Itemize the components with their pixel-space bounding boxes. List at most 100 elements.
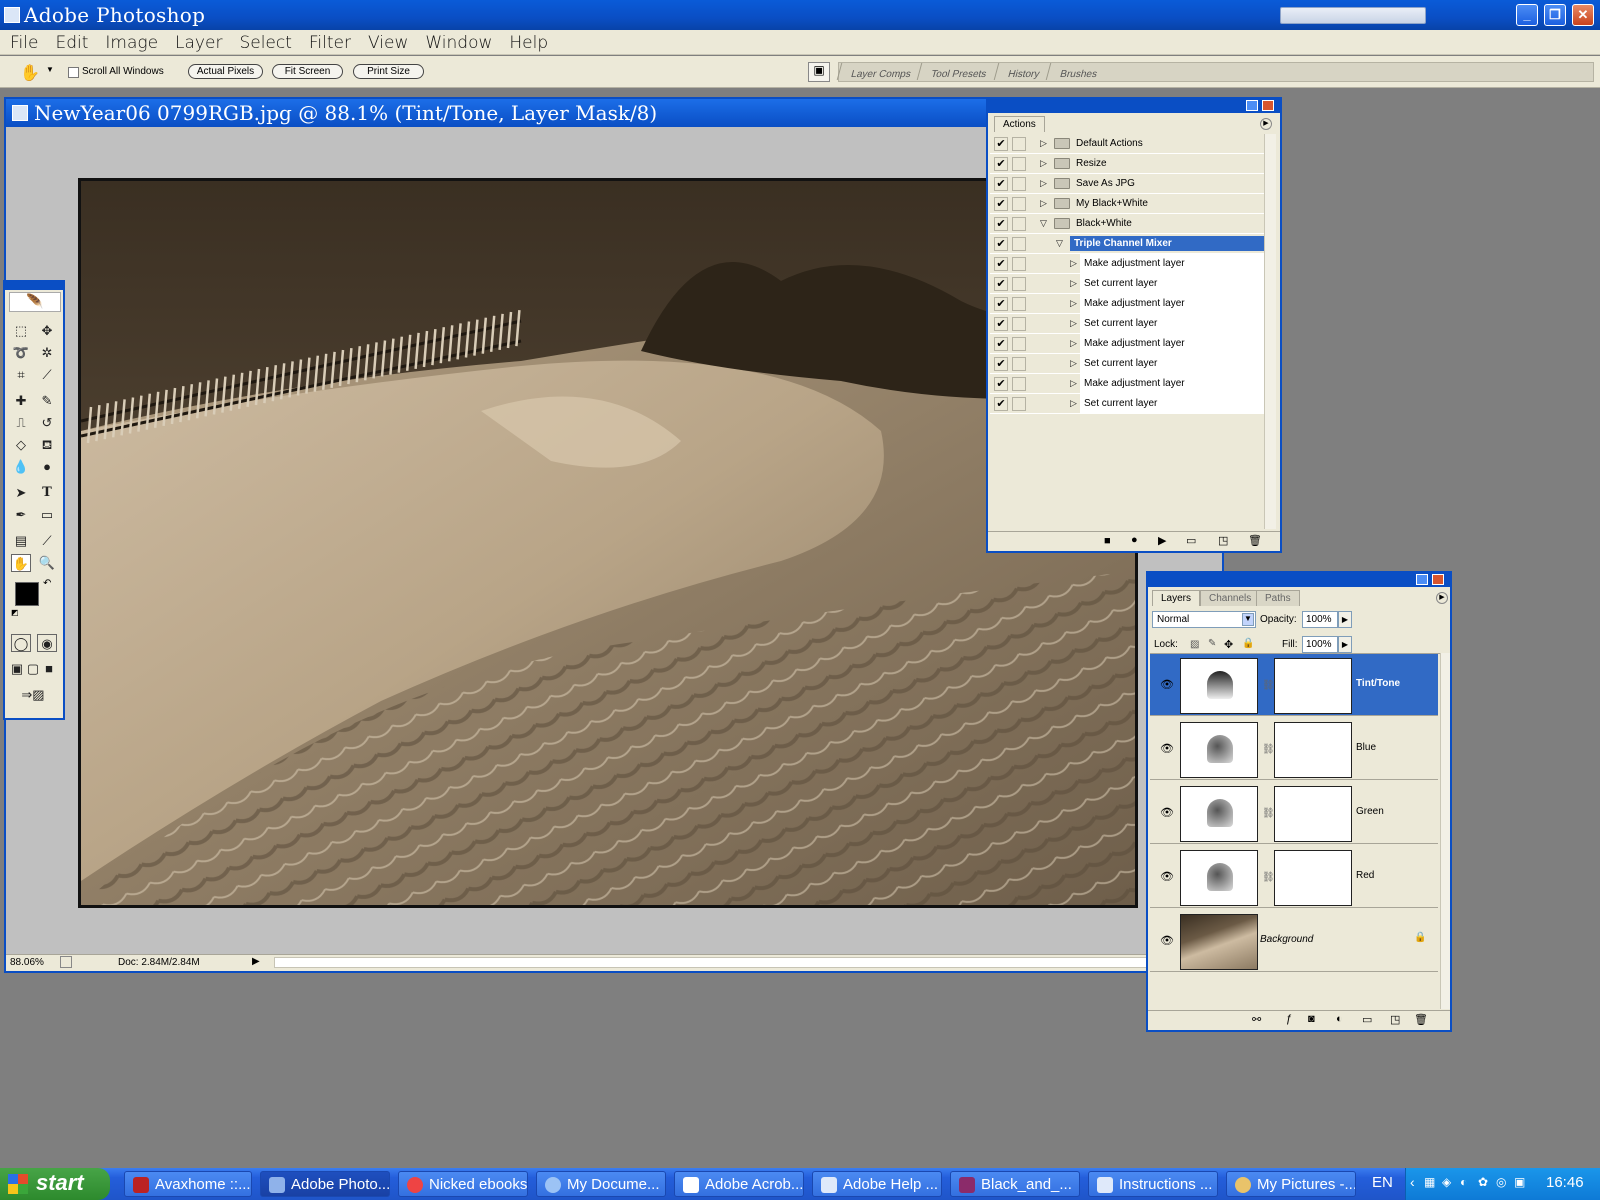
pen-tool-icon[interactable]: ✒ xyxy=(11,506,31,524)
clone-stamp-tool-icon[interactable]: ⎍ xyxy=(11,414,31,432)
shape-tool-icon[interactable]: ▭ xyxy=(37,506,57,524)
screen-mode-standard-icon[interactable]: ▣ xyxy=(9,660,25,678)
start-button[interactable]: start xyxy=(0,1168,110,1200)
action-toggle-checkbox[interactable]: ✔ xyxy=(994,157,1008,171)
zoom-tool-icon[interactable]: 🔍 xyxy=(37,554,57,572)
action-row[interactable]: ✔ ▷ Make adjustment layer xyxy=(990,374,1274,394)
layer-row[interactable]: 👁 ⛓ Blue xyxy=(1150,718,1438,780)
dialog-toggle-checkbox[interactable] xyxy=(1012,397,1026,411)
menu-image[interactable]: Image xyxy=(95,30,165,53)
action-toggle-checkbox[interactable]: ✔ xyxy=(994,337,1008,351)
action-toggle-checkbox[interactable]: ✔ xyxy=(994,297,1008,311)
action-toggle-checkbox[interactable]: ✔ xyxy=(994,357,1008,371)
taskbar-item-nicked-ebooks[interactable]: Nicked ebooks xyxy=(398,1171,528,1197)
tray-arrow-icon[interactable]: ‹ xyxy=(1410,1174,1415,1190)
taskbar-item-adobe-help[interactable]: Adobe Help ... xyxy=(812,1171,942,1197)
menu-help[interactable]: Help xyxy=(499,30,555,53)
dialog-toggle-checkbox[interactable] xyxy=(1012,317,1026,331)
action-row[interactable]: ✔ ▷ Set current layer xyxy=(990,314,1274,334)
screen-mode-full-menu-icon[interactable]: ▢ xyxy=(25,660,41,678)
expand-triangle-icon[interactable]: ▷ xyxy=(1070,398,1077,409)
lasso-tool-icon[interactable]: ➰ xyxy=(11,344,31,362)
screen-mode-full-icon[interactable]: ■ xyxy=(41,660,57,678)
action-row[interactable]: ✔ ▷ Save As JPG xyxy=(990,174,1274,194)
new-group-icon[interactable]: ▭ xyxy=(1362,1013,1372,1026)
visibility-eye-icon[interactable]: 👁 xyxy=(1160,934,1174,947)
layer-row[interactable]: 👁 ⛓ Green xyxy=(1150,782,1438,844)
marquee-tool-icon[interactable]: ⬚ xyxy=(11,322,31,340)
lock-image-icon[interactable]: ✎ xyxy=(1208,638,1216,649)
action-toggle-checkbox[interactable]: ✔ xyxy=(994,137,1008,151)
dialog-toggle-checkbox[interactable] xyxy=(1012,237,1026,251)
tab-actions[interactable]: Actions xyxy=(994,116,1045,132)
action-toggle-checkbox[interactable]: ✔ xyxy=(994,217,1008,231)
menu-window[interactable]: Window xyxy=(415,30,499,53)
taskbar-item-adobe-acrobat[interactable]: Adobe Acrob... xyxy=(674,1171,804,1197)
collapse-triangle-icon[interactable]: ▽ xyxy=(1040,218,1047,229)
delete-layer-icon[interactable]: 🗑 xyxy=(1414,1013,1428,1026)
action-row[interactable]: ✔ ▽ Black+White xyxy=(990,214,1274,234)
volume-icon[interactable]: ◐ xyxy=(1460,1175,1467,1189)
messenger-icon[interactable]: ✿ xyxy=(1478,1175,1488,1189)
dodge-tool-icon[interactable]: ● xyxy=(37,458,57,476)
status-menu-icon[interactable] xyxy=(60,956,72,968)
expand-triangle-icon[interactable]: ▷ xyxy=(1070,378,1077,389)
expand-triangle-icon[interactable]: ▷ xyxy=(1070,298,1077,309)
restore-button[interactable]: ❐ xyxy=(1544,4,1566,26)
type-tool-icon[interactable]: T xyxy=(37,484,57,502)
add-mask-icon[interactable]: ◙ xyxy=(1308,1013,1315,1025)
zoom-level[interactable]: 88.06% xyxy=(10,957,44,968)
adjustment-layer-thumbnail[interactable] xyxy=(1180,658,1258,714)
layer-mask-thumbnail[interactable] xyxy=(1274,850,1352,906)
opacity-slider-icon[interactable]: ▶ xyxy=(1338,611,1352,628)
tools-title-bar[interactable] xyxy=(5,282,63,290)
tool-preset-dropdown-icon[interactable]: ▼ xyxy=(46,65,54,74)
adjustment-layer-icon[interactable]: ◐ xyxy=(1336,1013,1343,1025)
foreground-color-swatch[interactable] xyxy=(15,582,39,606)
hand-tool-icon[interactable]: ✋ xyxy=(20,63,40,83)
action-toggle-checkbox[interactable]: ✔ xyxy=(994,177,1008,191)
expand-triangle-icon[interactable]: ▷ xyxy=(1070,338,1077,349)
visibility-eye-icon[interactable]: 👁 xyxy=(1160,870,1174,883)
action-row[interactable]: ✔ ▷ Make adjustment layer xyxy=(990,294,1274,314)
layer-style-icon[interactable]: ƒ xyxy=(1286,1013,1292,1025)
notes-tool-icon[interactable]: ▤ xyxy=(11,532,31,550)
expand-triangle-icon[interactable]: ▷ xyxy=(1040,198,1047,209)
lock-position-icon[interactable]: ✥ xyxy=(1224,638,1233,651)
expand-triangle-icon[interactable]: ▷ xyxy=(1040,178,1047,189)
action-row[interactable]: ✔ ▷ Set current layer xyxy=(990,354,1274,374)
fit-screen-button[interactable]: Fit Screen xyxy=(272,64,343,79)
dialog-toggle-checkbox[interactable] xyxy=(1012,177,1026,191)
expand-triangle-icon[interactable]: ▷ xyxy=(1070,358,1077,369)
action-toggle-checkbox[interactable]: ✔ xyxy=(994,197,1008,211)
action-toggle-checkbox[interactable]: ✔ xyxy=(994,277,1008,291)
dialog-toggle-checkbox[interactable] xyxy=(1012,257,1026,271)
tab-history[interactable]: History xyxy=(993,63,1048,80)
palette-toggle-icon[interactable]: ▣ xyxy=(808,62,830,82)
layer-mask-thumbnail[interactable] xyxy=(1274,722,1352,778)
visibility-eye-icon[interactable]: 👁 xyxy=(1160,742,1174,755)
new-action-icon[interactable]: ◳ xyxy=(1218,534,1228,547)
standard-mode-icon[interactable]: ◯ xyxy=(11,634,31,652)
action-toggle-checkbox[interactable]: ✔ xyxy=(994,317,1008,331)
record-icon[interactable]: ● xyxy=(1131,534,1138,546)
lock-transparency-icon[interactable]: ▨ xyxy=(1190,639,1199,650)
language-indicator[interactable]: EN xyxy=(1372,1174,1393,1191)
actions-minimize-button[interactable] xyxy=(1246,100,1258,111)
action-row[interactable]: ✔ ▷ Set current layer xyxy=(990,394,1274,414)
eyedropper-tool-icon[interactable]: ⟋ xyxy=(37,532,57,550)
history-brush-tool-icon[interactable]: ↺ xyxy=(37,414,57,432)
expand-triangle-icon[interactable]: ▷ xyxy=(1040,158,1047,169)
default-colors-icon[interactable]: ◩ xyxy=(11,608,19,617)
tab-paths[interactable]: Paths xyxy=(1256,590,1300,606)
adjustment-layer-thumbnail[interactable] xyxy=(1180,850,1258,906)
slice-tool-icon[interactable]: ⟋ xyxy=(37,366,57,384)
language-bar[interactable] xyxy=(1280,7,1426,24)
layers-scrollbar[interactable] xyxy=(1440,653,1450,1009)
blend-mode-select[interactable]: Normal xyxy=(1152,611,1256,628)
action-row[interactable]: ✔ ▷ Resize xyxy=(990,154,1274,174)
mask-link-icon[interactable]: ⛓ xyxy=(1262,808,1275,819)
new-set-icon[interactable]: ▭ xyxy=(1186,534,1196,547)
jump-to-imageready-icon[interactable]: ⇒▨ xyxy=(11,686,55,704)
layer-row[interactable]: 👁 Background 🔒 xyxy=(1150,910,1438,972)
